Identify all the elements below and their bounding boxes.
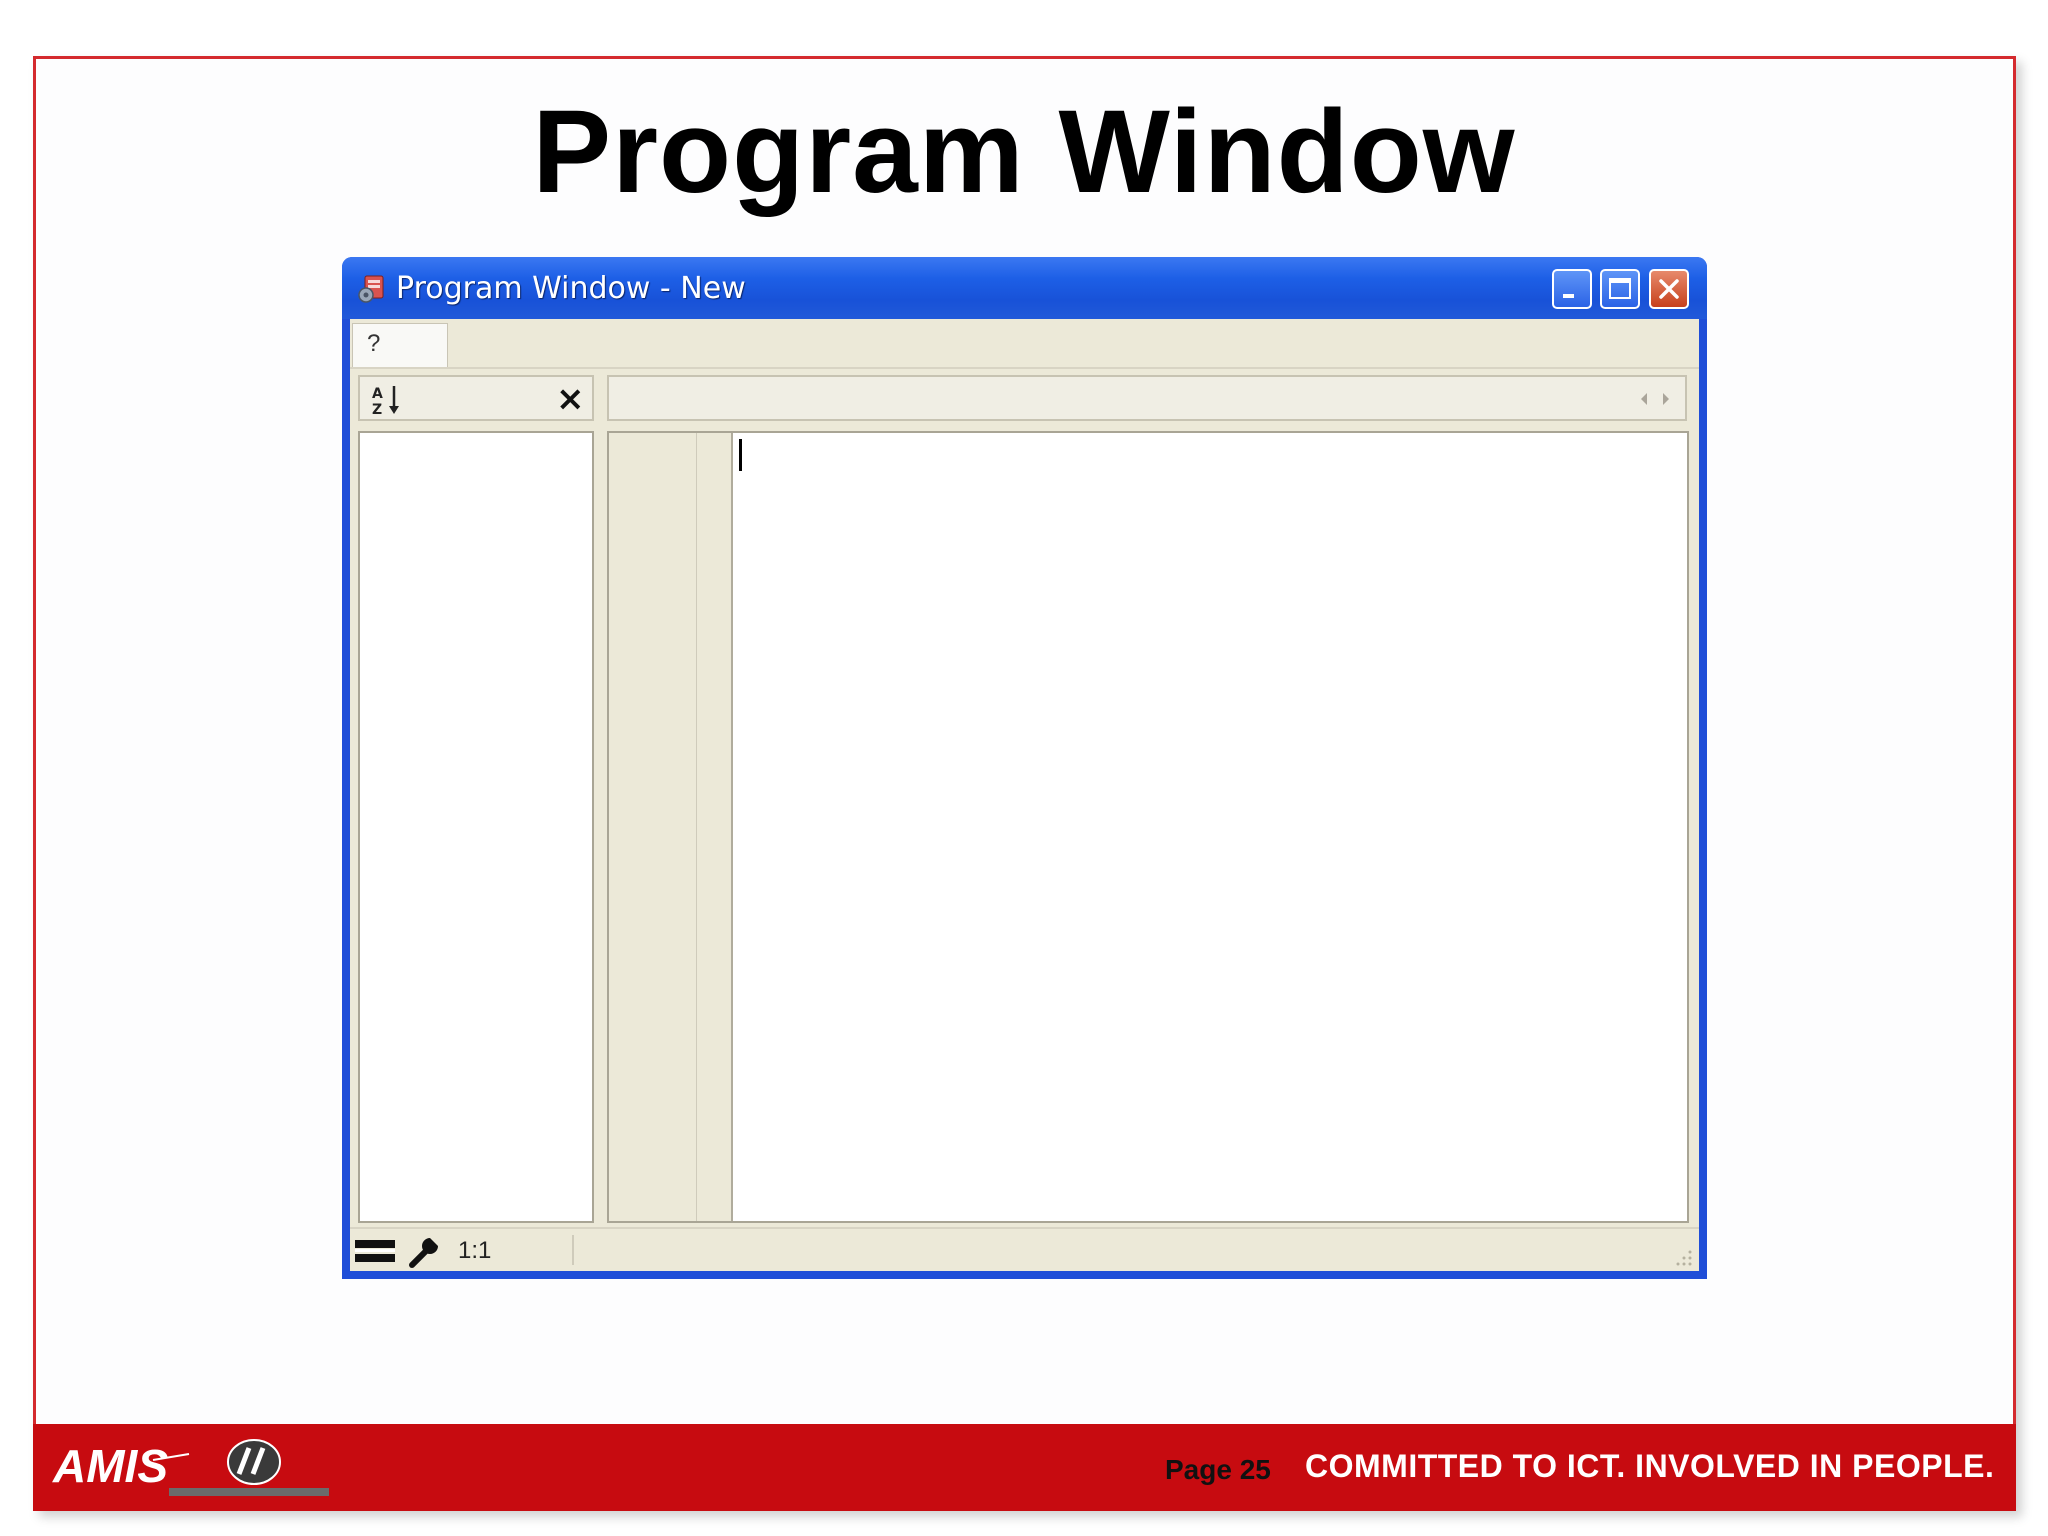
text-caret [739,439,742,471]
window-title: Program Window - New [396,271,746,306]
left-panel-toolbar: A Z × [358,375,594,421]
status-separator [572,1235,574,1265]
svg-text:AMIS: AMIS [52,1440,168,1492]
close-window-button[interactable] [1649,269,1689,309]
close-panel-button[interactable]: × [556,379,585,419]
editor-toolbar [607,375,1687,421]
minimize-button[interactable] [1552,269,1592,309]
window-titlebar[interactable]: Program Window - New [342,257,1707,319]
object-list-panel[interactable] [358,431,594,1223]
fold-gutter [697,433,733,1221]
status-bar: 1:1 [350,1227,1699,1271]
slide-footer: AMIS Page 25 COMMITTED TO ICT. INVOLVED … [33,1424,2016,1511]
line-gutter [609,433,697,1221]
page-number: Page 25 [1165,1454,1271,1485]
minimize-icon [1563,294,1574,298]
svg-text:Z: Z [372,402,382,417]
tab-strip: ? [350,319,1699,369]
cursor-position: 1:1 [458,1237,492,1264]
wrench-icon[interactable] [408,1235,442,1269]
maximize-button[interactable] [1600,269,1640,309]
tab-scroll-arrows-icon[interactable] [1635,389,1675,409]
code-editor[interactable] [607,431,1689,1223]
sort-az-icon[interactable]: A Z [370,383,404,417]
lines-icon[interactable] [355,1237,397,1267]
app-gear-icon [358,275,384,303]
amis-logo: AMIS [52,1439,329,1496]
window-client-area: ? A Z × 1:1 [350,319,1699,1271]
tab-help[interactable]: ? [352,323,448,367]
slide-title: Program Window [532,86,1516,218]
close-icon [1659,279,1679,299]
program-window: Program Window - New ? A Z × 1:1 [342,257,1707,1279]
footer-slogan: COMMITTED TO ICT. INVOLVED IN PEOPLE. [1305,1448,1995,1484]
maximize-icon [1609,278,1631,299]
svg-text:A: A [372,386,383,402]
resize-grip-icon[interactable] [1675,1249,1693,1267]
